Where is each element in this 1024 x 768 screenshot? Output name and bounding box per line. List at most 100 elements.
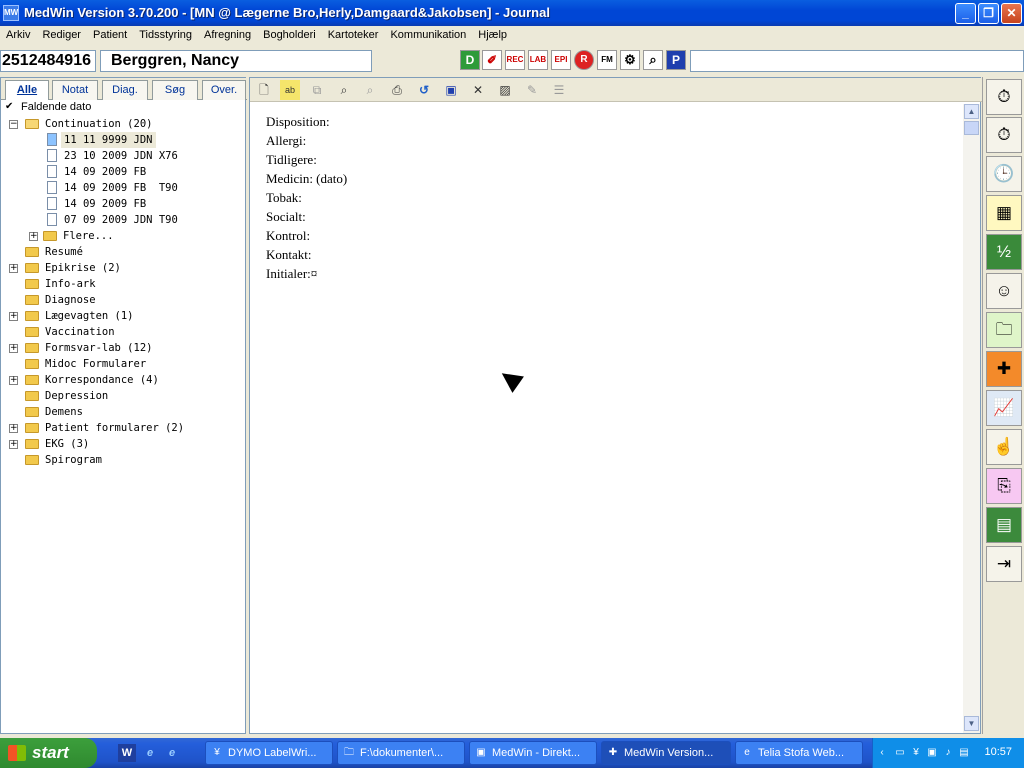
save-icon[interactable]: ▣ xyxy=(441,80,461,100)
tree-folder-item[interactable]: Lægevagten (1) xyxy=(45,308,134,324)
diagnosis-d-icon[interactable]: D xyxy=(460,50,480,70)
close-button[interactable]: ✕ xyxy=(1001,3,1022,24)
volume-icon[interactable]: ♪ xyxy=(941,746,955,760)
expand-icon[interactable]: + xyxy=(9,376,18,385)
copy-icon[interactable]: ⧉ xyxy=(307,80,327,100)
tree-note-item[interactable]: 11 11 9999 JDN xyxy=(61,132,156,148)
tray-app-icon[interactable]: ▣ xyxy=(925,746,939,760)
image-icon[interactable]: ▨ xyxy=(495,80,515,100)
collapse-icon[interactable]: − xyxy=(9,120,18,129)
epi-icon[interactable]: EPI xyxy=(551,50,571,70)
scroll-thumb[interactable] xyxy=(964,121,979,135)
expand-icon[interactable]: + xyxy=(29,232,38,241)
task-telia[interactable]: e Telia Stofa Web... xyxy=(735,741,863,765)
menu-bogholderi[interactable]: Bogholderi xyxy=(257,26,322,43)
task-explorer[interactable]: 🗀 F:\dokumenter\... xyxy=(337,741,465,765)
tab-over[interactable]: Over. xyxy=(202,80,246,100)
tab-diag[interactable]: Diag. xyxy=(102,80,148,100)
tab-soeg[interactable]: Søg xyxy=(152,80,198,100)
task-dymo[interactable]: ¥ DYMO LabelWri... xyxy=(205,741,333,765)
edit-icon[interactable]: ✎ xyxy=(522,80,542,100)
minimize-button[interactable]: _ xyxy=(955,3,976,24)
sort-checkbox[interactable]: ✔ xyxy=(5,102,16,113)
tree-folder-item[interactable]: Spirogram xyxy=(45,452,102,468)
restore-button[interactable]: ❐ xyxy=(978,3,999,24)
menu-hjaelp[interactable]: Hjælp xyxy=(472,26,513,43)
tree-folder-item[interactable]: Vaccination xyxy=(45,324,115,340)
task-medwin-direkt[interactable]: ▣ MedWin - Direkt... xyxy=(469,741,597,765)
word-icon[interactable]: W xyxy=(118,744,136,762)
print-icon[interactable]: ⎙ xyxy=(387,80,407,100)
tree-folder-item[interactable]: Diagnose xyxy=(45,292,96,308)
tree-note-item[interactable]: 14 09 2009 FB xyxy=(61,164,149,180)
menu-kommunikation[interactable]: Kommunikation xyxy=(384,26,472,43)
syringe-icon[interactable]: ✚ xyxy=(986,351,1022,387)
vertical-scrollbar[interactable]: ▲ ▼ xyxy=(963,104,980,733)
tree-folder-item[interactable]: Formsvar-lab (12) xyxy=(45,340,152,356)
tools-icon[interactable]: ✕ xyxy=(468,80,488,100)
tab-notat[interactable]: Notat xyxy=(52,80,98,100)
tree-folder-item[interactable]: Epikrise (2) xyxy=(45,260,121,276)
tree-folder-item[interactable]: Depression xyxy=(45,388,108,404)
prescription-icon[interactable]: R xyxy=(574,50,594,70)
scroll-icon[interactable]: ⎘ xyxy=(986,468,1022,504)
dymo-tray-icon[interactable]: ¥ xyxy=(909,746,923,760)
scroll-down-icon[interactable]: ▼ xyxy=(964,716,979,731)
menu-kartoteker[interactable]: Kartoteker xyxy=(322,26,385,43)
patient-name-field[interactable]: Berggren, Nancy xyxy=(100,50,372,72)
lab-icon[interactable]: LAB xyxy=(528,50,548,70)
tray-expand-icon[interactable]: ‹ xyxy=(875,746,889,760)
new-doc-icon[interactable]: 🗋 xyxy=(254,80,274,100)
folder-doc-icon[interactable]: 🗀 xyxy=(986,312,1022,348)
task-medwin-version[interactable]: ✚ MedWin Version... xyxy=(601,741,731,765)
rec-icon[interactable]: REC xyxy=(505,50,525,70)
find-next-icon[interactable]: ⌕ xyxy=(360,80,380,100)
fm-icon[interactable]: FM xyxy=(597,50,617,70)
app-icon[interactable]: MW xyxy=(3,5,19,21)
calendar-half-icon[interactable]: ½ xyxy=(986,234,1022,270)
tree-note-item[interactable]: 23 10 2009 JDN X76 xyxy=(61,148,181,164)
tree-folder-item[interactable]: Resumé xyxy=(45,244,83,260)
spreadsheet-icon[interactable]: ▤ xyxy=(986,507,1022,543)
spellcheck-icon[interactable]: ab xyxy=(280,80,300,100)
menu-patient[interactable]: Patient xyxy=(87,26,133,43)
tree-folder-continuation[interactable]: Continuation (20) xyxy=(45,116,152,132)
menu-afregning[interactable]: Afregning xyxy=(198,26,257,43)
expand-icon[interactable]: + xyxy=(9,344,18,353)
ie-icon[interactable]: e xyxy=(163,744,181,762)
tree-more-item[interactable]: Flere... xyxy=(63,228,114,244)
stopwatch-icon[interactable]: ⏱ xyxy=(986,117,1022,153)
scroll-up-icon[interactable]: ▲ xyxy=(964,104,979,119)
tree-folder-item[interactable]: Info-ark xyxy=(45,276,96,292)
expand-icon[interactable]: + xyxy=(9,424,18,433)
list-icon[interactable]: ☰ xyxy=(549,80,569,100)
search-icon[interactable]: ⌕ xyxy=(643,50,663,70)
tree-folder-item[interactable]: Demens xyxy=(45,404,83,420)
start-button[interactable]: start xyxy=(0,738,97,768)
tree-note-item[interactable]: 14 09 2009 FB T90 xyxy=(61,180,181,196)
tree-folder-item[interactable]: Korrespondance (4) xyxy=(45,372,159,388)
menu-arkiv[interactable]: Arkiv xyxy=(0,26,36,43)
tree-folder-item[interactable]: Patient formularer (2) xyxy=(45,420,184,436)
journal-text[interactable]: Disposition: Allergi: Tidligere: Medicin… xyxy=(266,112,956,283)
refresh-icon[interactable]: ↺ xyxy=(414,80,434,100)
tree-folder-item[interactable]: EKG (3) xyxy=(45,436,89,452)
clock-list-icon[interactable]: 🕒 xyxy=(986,156,1022,192)
doctor-icon[interactable]: ☺ xyxy=(986,273,1022,309)
menu-rediger[interactable]: Rediger xyxy=(36,26,87,43)
calendar-icon[interactable]: ▦ xyxy=(986,195,1022,231)
find-icon[interactable]: ⌕ xyxy=(334,80,354,100)
cpr-field[interactable]: 2512484916 xyxy=(0,50,96,72)
exit-door-icon[interactable]: ⇥ xyxy=(986,546,1022,582)
stopwatch-icon[interactable]: ⏱ xyxy=(986,79,1022,115)
network-icon[interactable]: ▭ xyxy=(893,746,907,760)
tree-folder-item[interactable]: Midoc Formularer xyxy=(45,356,146,372)
hand-icon[interactable]: ☝ xyxy=(986,429,1022,465)
p-icon[interactable]: P xyxy=(666,50,686,70)
graph-icon[interactable]: 📈 xyxy=(986,390,1022,426)
command-field[interactable] xyxy=(690,50,1024,72)
edit-note-icon[interactable]: ✐ xyxy=(482,50,502,70)
menu-tidsstyring[interactable]: Tidsstyring xyxy=(133,26,198,43)
expand-icon[interactable]: + xyxy=(9,440,18,449)
expand-icon[interactable]: + xyxy=(9,264,18,273)
